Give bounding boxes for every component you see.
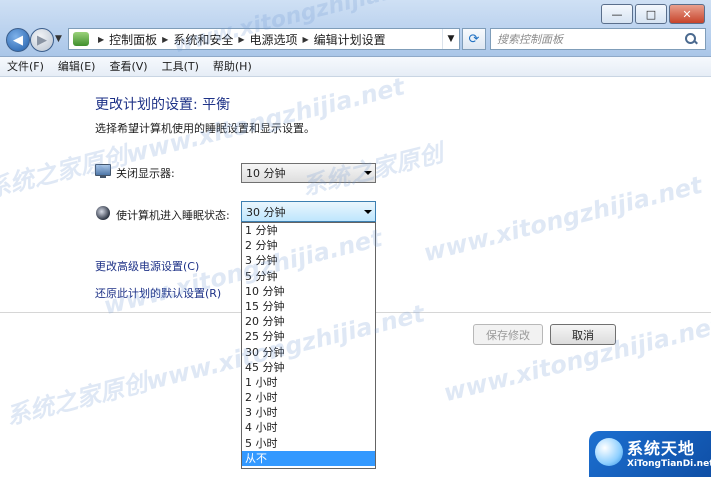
chevron-down-icon bbox=[361, 171, 375, 175]
dropdown-option[interactable]: 4 小时 bbox=[242, 420, 375, 435]
search-icon[interactable] bbox=[685, 33, 697, 45]
maximize-button[interactable]: □ bbox=[635, 4, 667, 24]
breadcrumb-control-panel[interactable]: 控制面板 bbox=[109, 31, 157, 48]
title-bar: — □ ✕ ◀ ▶ ▼ ▶ 控制面板 ▶ 系统和安全 ▶ 电源选项 ▶ 编辑计划… bbox=[0, 0, 711, 57]
chevron-down-icon[interactable]: ▼ bbox=[442, 29, 459, 49]
menu-view[interactable]: 查看(V) bbox=[102, 57, 154, 76]
close-button[interactable]: ✕ bbox=[669, 4, 705, 24]
dropdown-option[interactable]: 1 小时 bbox=[242, 375, 375, 390]
dropdown-option[interactable]: 5 小时 bbox=[242, 436, 375, 451]
search-input[interactable] bbox=[491, 31, 685, 47]
sleep-value: 30 分钟 bbox=[246, 205, 286, 219]
save-changes-button[interactable]: 保存修改 bbox=[473, 324, 543, 345]
content-pane: 更改计划的设置: 平衡 选择希望计算机使用的睡眠设置和显示设置。 关闭显示器: … bbox=[0, 77, 711, 477]
menu-file[interactable]: 文件(F) bbox=[0, 57, 51, 76]
menu-tools[interactable]: 工具(T) bbox=[155, 57, 206, 76]
control-panel-icon bbox=[73, 32, 89, 46]
dropdown-option[interactable]: 25 分钟 bbox=[242, 329, 375, 344]
dropdown-option[interactable]: 1 分钟 bbox=[242, 223, 375, 238]
brand-mark-icon bbox=[595, 438, 623, 466]
display-off-select[interactable]: 10 分钟 bbox=[241, 163, 376, 183]
arrow-right-icon: ▶ bbox=[37, 32, 47, 48]
dropdown-option[interactable]: 5 分钟 bbox=[242, 269, 375, 284]
page-title: 更改计划的设置: 平衡 bbox=[95, 97, 231, 113]
advanced-settings-link[interactable]: 更改高级电源设置(C) bbox=[95, 258, 199, 274]
cancel-button[interactable]: 取消 bbox=[550, 324, 616, 345]
sleep-label: 使计算机进入睡眠状态: bbox=[116, 209, 230, 222]
history-dropdown-icon[interactable]: ▼ bbox=[55, 34, 62, 44]
chevron-right-icon[interactable]: ▶ bbox=[238, 35, 244, 44]
breadcrumb-edit-plan[interactable]: 编辑计划设置 bbox=[314, 31, 386, 48]
page-description: 选择希望计算机使用的睡眠设置和显示设置。 bbox=[95, 122, 315, 135]
display-off-label: 关闭显示器: bbox=[116, 167, 175, 180]
refresh-icon: ⟳ bbox=[468, 31, 480, 47]
minimize-button[interactable]: — bbox=[601, 4, 633, 24]
sleep-select[interactable]: 30 分钟 bbox=[241, 201, 376, 222]
address-bar[interactable]: ▶ 控制面板 ▶ 系统和安全 ▶ 电源选项 ▶ 编辑计划设置 ▼ bbox=[68, 28, 460, 50]
back-button[interactable]: ◀ bbox=[6, 28, 30, 52]
brand-logo: 系统天地 XiTongTianDi.net bbox=[589, 431, 711, 477]
arrow-left-icon: ◀ bbox=[13, 32, 23, 48]
chevron-right-icon[interactable]: ▶ bbox=[162, 35, 168, 44]
breadcrumb-system-security[interactable]: 系统和安全 bbox=[173, 31, 233, 48]
dropdown-option[interactable]: 15 分钟 bbox=[242, 299, 375, 314]
forward-button[interactable]: ▶ bbox=[30, 28, 54, 52]
menu-edit[interactable]: 编辑(E) bbox=[51, 57, 103, 76]
dropdown-option[interactable]: 3 小时 bbox=[242, 405, 375, 420]
menu-help[interactable]: 帮助(H) bbox=[206, 57, 259, 76]
brand-url: XiTongTianDi.net bbox=[627, 459, 711, 469]
monitor-icon bbox=[95, 163, 111, 179]
window-controls: — □ ✕ bbox=[601, 4, 705, 24]
dropdown-option[interactable]: 从不 bbox=[242, 450, 375, 466]
sleep-dropdown-list: 1 分钟 2 分钟 3 分钟 5 分钟 10 分钟 15 分钟 20 分钟 25 分钟 30 分… bbox=[241, 222, 376, 469]
dropdown-option[interactable]: 20 分钟 bbox=[242, 314, 375, 329]
chevron-down-icon bbox=[361, 210, 375, 214]
breadcrumb-power-options[interactable]: 电源选项 bbox=[250, 31, 298, 48]
dropdown-option[interactable]: 30 分钟 bbox=[242, 345, 375, 360]
menu-bar: 文件(F) 编辑(E) 查看(V) 工具(T) 帮助(H) bbox=[0, 57, 711, 77]
refresh-button[interactable]: ⟳ bbox=[462, 28, 486, 50]
dropdown-option[interactable]: 10 分钟 bbox=[242, 284, 375, 299]
restore-defaults-link[interactable]: 还原此计划的默认设置(R) bbox=[95, 285, 221, 301]
dropdown-option[interactable]: 3 分钟 bbox=[242, 253, 375, 268]
dropdown-option[interactable]: 2 分钟 bbox=[242, 238, 375, 253]
sleep-moon-icon bbox=[95, 205, 111, 221]
chevron-right-icon[interactable]: ▶ bbox=[303, 35, 309, 44]
display-off-value: 10 分钟 bbox=[246, 167, 286, 180]
brand-name: 系统天地 bbox=[627, 439, 696, 458]
search-box[interactable] bbox=[490, 28, 706, 50]
dropdown-option[interactable]: 2 小时 bbox=[242, 390, 375, 405]
dropdown-option[interactable]: 45 分钟 bbox=[242, 360, 375, 375]
chevron-right-icon[interactable]: ▶ bbox=[98, 35, 104, 44]
